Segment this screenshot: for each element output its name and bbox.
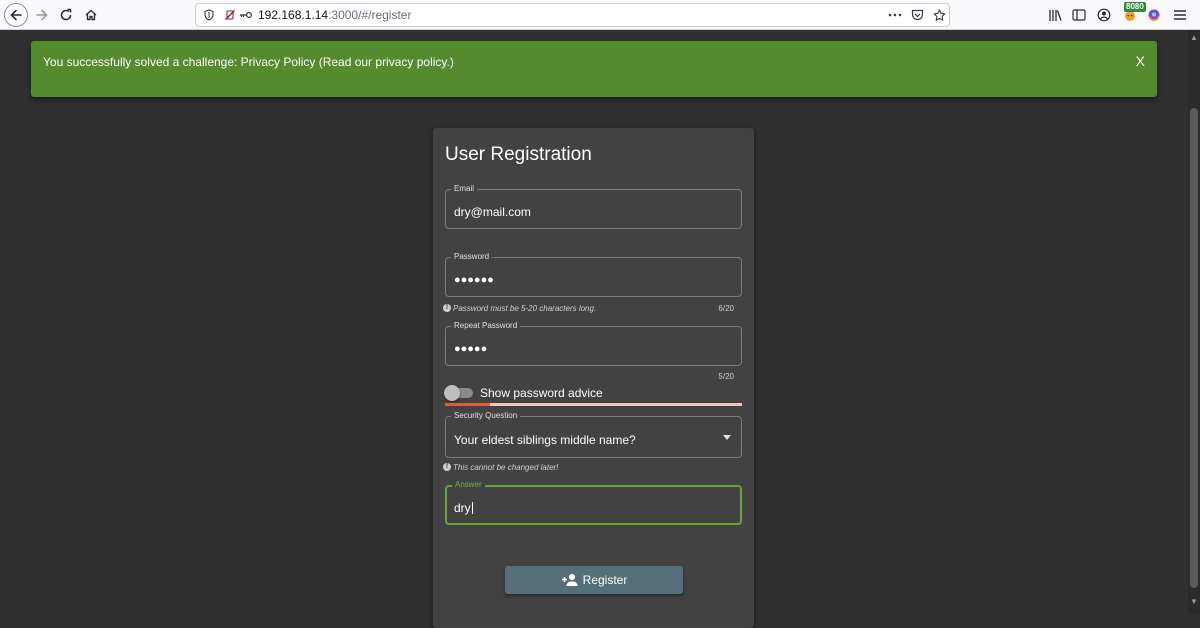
info-icon: ! <box>443 463 451 471</box>
password-field[interactable]: Password ●●●●●● <box>445 252 742 297</box>
menu-icon[interactable] <box>1168 3 1192 27</box>
url-path: :3000/#/register <box>328 8 412 22</box>
scroll-up-icon[interactable]: ▲ <box>1190 34 1198 42</box>
repeat-password-field[interactable]: Repeat Password ●●●●● <box>445 321 742 366</box>
sidebar-icon[interactable] <box>1067 3 1091 27</box>
home-icon[interactable] <box>79 3 103 27</box>
text-caret <box>471 502 473 514</box>
email-input[interactable]: dry@mail.com <box>454 205 531 219</box>
security-question-value[interactable]: Your eldest siblings middle name? <box>454 433 636 447</box>
repeat-password-input[interactable]: ●●●●● <box>454 343 487 355</box>
password-input[interactable]: ●●●●●● <box>454 274 494 286</box>
snackbar-close-button[interactable]: X <box>1136 53 1145 69</box>
more-icon[interactable] <box>887 7 903 23</box>
security-question-select[interactable]: Security Question Your eldest siblings m… <box>445 411 742 458</box>
key-icon[interactable] <box>238 7 254 23</box>
url-bar[interactable]: 192.168.1.14:3000/#/register <box>195 3 950 27</box>
forward-icon[interactable] <box>30 3 54 27</box>
password-hint: Password must be 5-20 characters long. <box>453 304 597 313</box>
browser-toolbar: 192.168.1.14:3000/#/register 8080 <box>0 0 1200 30</box>
repeat-password-label: Repeat Password <box>451 321 521 331</box>
password-advice-toggle[interactable] <box>444 385 460 401</box>
url-text: 192.168.1.14:3000/#/register <box>258 8 411 22</box>
snackbar-message: You successfully solved a challenge: Pri… <box>43 55 454 69</box>
email-label: Email <box>451 184 478 194</box>
email-field[interactable]: Email dry@mail.com <box>445 184 742 229</box>
registration-card: User Registration Email dry@mail.com Pas… <box>433 128 754 628</box>
answer-field[interactable]: Answer dry <box>445 480 742 525</box>
repeat-password-counter: 5/20 <box>718 372 734 381</box>
url-host: 192.168.1.14 <box>258 8 329 22</box>
password-counter: 6/20 <box>718 304 734 313</box>
page-scrollbar[interactable]: ▲ ▼ <box>1188 30 1200 614</box>
library-icon[interactable] <box>1043 3 1067 27</box>
shield-icon[interactable] <box>201 7 217 23</box>
password-strength-bar <box>445 403 742 406</box>
reload-icon[interactable] <box>54 3 78 27</box>
firefox-icon[interactable] <box>1142 3 1166 27</box>
bookmark-star-icon[interactable] <box>931 7 947 23</box>
answer-label: Answer <box>452 480 485 490</box>
back-icon[interactable] <box>4 3 28 27</box>
pocket-icon[interactable] <box>909 7 925 23</box>
security-question-hint: This cannot be changed later! <box>453 463 559 472</box>
scrollbar-thumb[interactable] <box>1190 108 1198 588</box>
page-title: User Registration <box>445 144 592 165</box>
scroll-down-icon[interactable]: ▼ <box>1190 598 1198 606</box>
register-label: Register <box>582 573 628 587</box>
add-user-icon <box>561 574 578 586</box>
chevron-down-icon[interactable] <box>723 435 731 440</box>
register-button[interactable]: Register <box>505 566 683 594</box>
info-icon: ! <box>443 304 451 312</box>
password-advice-label[interactable]: Show password advice <box>480 386 603 400</box>
challenge-solved-snackbar: You successfully solved a challenge: Pri… <box>31 41 1157 97</box>
account-icon[interactable] <box>1092 3 1116 27</box>
answer-value: dry <box>454 501 471 515</box>
password-label: Password <box>451 252 493 262</box>
password-strength-fill <box>445 403 490 406</box>
mic-blocked-icon[interactable] <box>222 7 238 23</box>
security-question-label: Security Question <box>451 411 521 421</box>
answer-input[interactable]: dry <box>454 501 473 515</box>
